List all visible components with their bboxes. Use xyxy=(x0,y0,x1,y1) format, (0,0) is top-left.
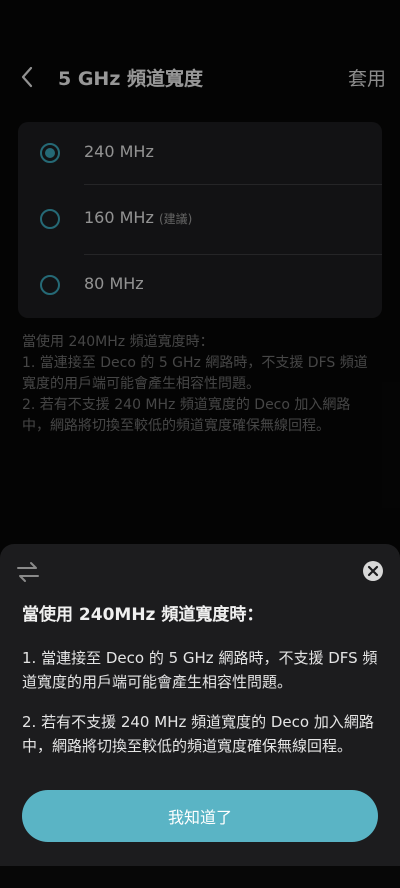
close-icon[interactable] xyxy=(362,560,384,582)
swap-arrows-icon xyxy=(17,562,39,582)
sheet-paragraph-2: 2. 若有不支援 240 MHz 頻道寬度的 Deco 加入網路中，網路將切換至… xyxy=(22,713,374,755)
sheet-paragraph-1: 1. 當連接至 Deco 的 5 GHz 網路時，不支援 DFS 頻道寬度的用戶… xyxy=(22,649,378,691)
sheet-title: 當使用 240MHz 頻道寬度時： xyxy=(22,605,264,625)
bottom-sheet: 當使用 240MHz 頻道寬度時： 1. 當連接至 Deco 的 5 GHz 網… xyxy=(0,544,400,866)
got-it-button[interactable]: 我知道了 xyxy=(22,790,378,842)
bottom-edge xyxy=(0,866,400,888)
